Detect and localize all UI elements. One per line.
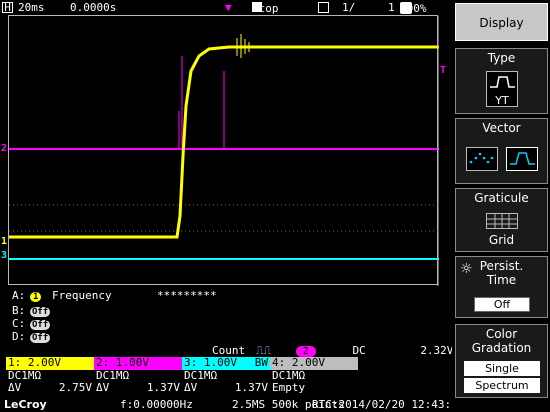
status-bar: H 20ms 0.0000s ▼ Stop 1/ 1 100% — [0, 0, 452, 15]
footer-bar: LeCroy f:0.00000Hz 2.5MS 500k points RTC… — [0, 398, 464, 412]
channel-1-info[interactable]: 1: 2.00V DC1MΩ ΔV 2.75V — [6, 357, 94, 395]
channel-3-info[interactable]: 3: 1.00V BW DC1MΩ ΔV 1.37V — [182, 357, 270, 395]
type-yt-button[interactable]: YT — [486, 71, 518, 107]
trigger-level: 2.32V — [420, 344, 454, 357]
type-label: Type — [487, 51, 516, 65]
ch2-marker[interactable]: 2 — [1, 143, 7, 154]
measurement-a-value: ********* — [157, 289, 217, 302]
measurement-d-off-badge: Off — [30, 333, 51, 343]
type-menu-item[interactable]: Type YT — [455, 48, 548, 114]
vector-label: Vector — [482, 121, 521, 135]
persist-icon: ☼ — [460, 261, 473, 277]
sample-frequency: f:0.00000Hz — [120, 398, 193, 411]
rtc-clock: RTC:2014/02/20 12:43:11 — [312, 398, 465, 411]
waveform-display[interactable] — [8, 15, 439, 286]
channel-4-info[interactable]: 4: 2.00V DC1MΩ Empty — [270, 357, 358, 395]
measurement-d[interactable]: D: Off — [12, 330, 51, 343]
measurement-b[interactable]: B: Off — [12, 304, 51, 317]
grid-icon — [486, 213, 518, 229]
vector-mode-icon[interactable] — [506, 147, 538, 171]
gradation-option-single[interactable]: Single — [464, 361, 540, 376]
measurement-c-off-badge: Off — [30, 320, 51, 330]
measurement-c[interactable]: C: Off — [12, 317, 51, 330]
persist-time-value: Off — [474, 297, 530, 312]
graticule-svg — [9, 16, 439, 286]
yt-waveform-icon — [490, 76, 515, 88]
ch3-marker[interactable]: 3 — [1, 250, 7, 261]
graticule-menu-item[interactable]: Graticule Grid — [455, 188, 548, 252]
display-menu-title[interactable]: Display — [455, 3, 548, 41]
measurement-a-name: Frequency — [52, 289, 112, 302]
timebase[interactable]: 20ms — [18, 1, 45, 14]
trigger-position-icon: ▼ — [225, 1, 232, 14]
delay[interactable]: 0.0000s — [70, 1, 116, 14]
measurement-a[interactable]: A: 1 Frequency ********* — [12, 289, 217, 302]
graticule-value: Grid — [488, 233, 515, 247]
graticule-label: Graticule — [474, 191, 529, 205]
persist-time-menu-item[interactable]: ☼ Persist. Time Off — [455, 256, 548, 318]
trigger-coupling: DC — [352, 344, 366, 357]
measurement-a-source-badge: 1 — [30, 292, 42, 302]
display-menu: Display Type YT Vector Graticule Grid ☼ … — [452, 0, 550, 412]
vector-menu-item[interactable]: Vector — [455, 118, 548, 184]
brand-logo: LeCroy — [4, 398, 47, 411]
bandwidth-limit-badge: BW — [254, 356, 268, 369]
dots-mode-icon[interactable] — [466, 147, 498, 171]
channel-2-info[interactable]: 2: 1.00V DC1MΩ ΔV 1.37V — [94, 357, 182, 395]
trigger-info[interactable]: Count ⎍⎍ 2 DC 2.32V — [212, 344, 453, 358]
acq-count: 1/ — [342, 1, 356, 14]
measurement-b-off-badge: Off — [30, 307, 51, 317]
gradation-option-spectrum[interactable]: Spectrum — [464, 378, 540, 393]
acq-total: 1 — [388, 1, 395, 14]
acquisition-icon — [318, 2, 329, 13]
trigger-level-marker[interactable]: T — [440, 65, 446, 76]
color-gradation-menu-item[interactable]: Color Gradation Single Spectrum — [455, 324, 548, 398]
ch1-marker[interactable]: 1 — [1, 236, 7, 247]
